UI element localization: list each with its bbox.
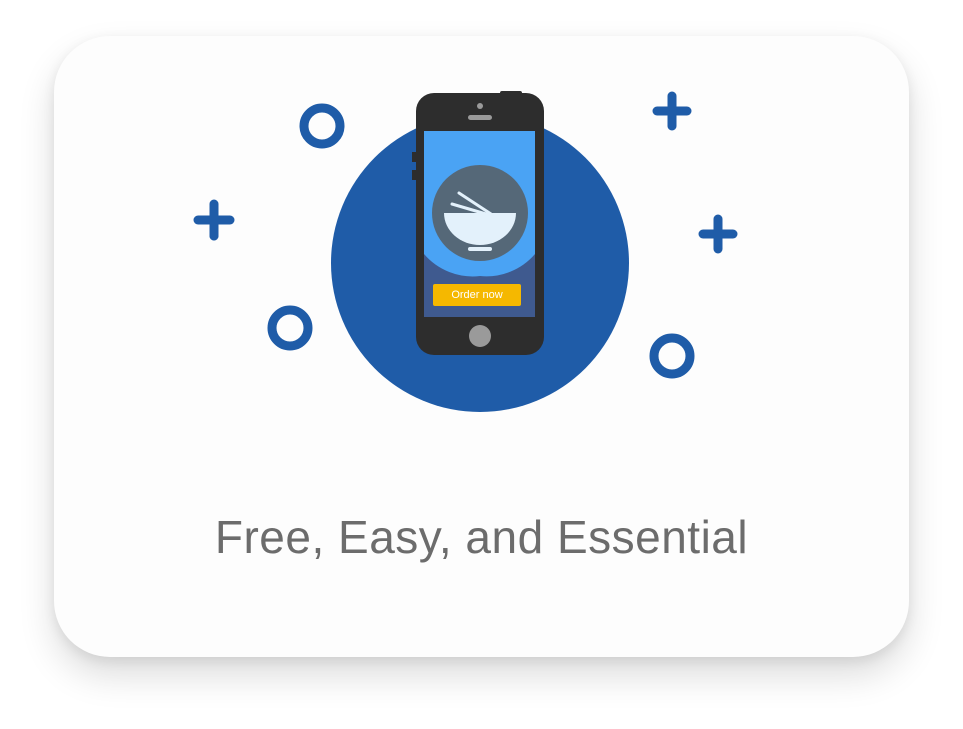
page: Order now Free, Easy, and Essential (0, 0, 963, 729)
phone-camera (477, 103, 483, 109)
phone-home-button (469, 325, 491, 347)
order-now-button[interactable]: Order now (433, 284, 521, 306)
illustration-svg (193, 91, 738, 412)
ring-icon (649, 333, 695, 379)
ring-icon (299, 103, 345, 149)
bowl-base (468, 247, 492, 251)
phone-ordering-illustration: Order now (54, 36, 909, 456)
phone-speaker (468, 115, 492, 120)
card-title: Free, Easy, and Essential (214, 511, 749, 563)
feature-card: Order now Free, Easy, and Essential (54, 36, 909, 657)
plus-icon (193, 199, 235, 241)
plus-icon (698, 214, 738, 254)
plus-icon (652, 91, 692, 131)
ring-icon (267, 305, 313, 351)
